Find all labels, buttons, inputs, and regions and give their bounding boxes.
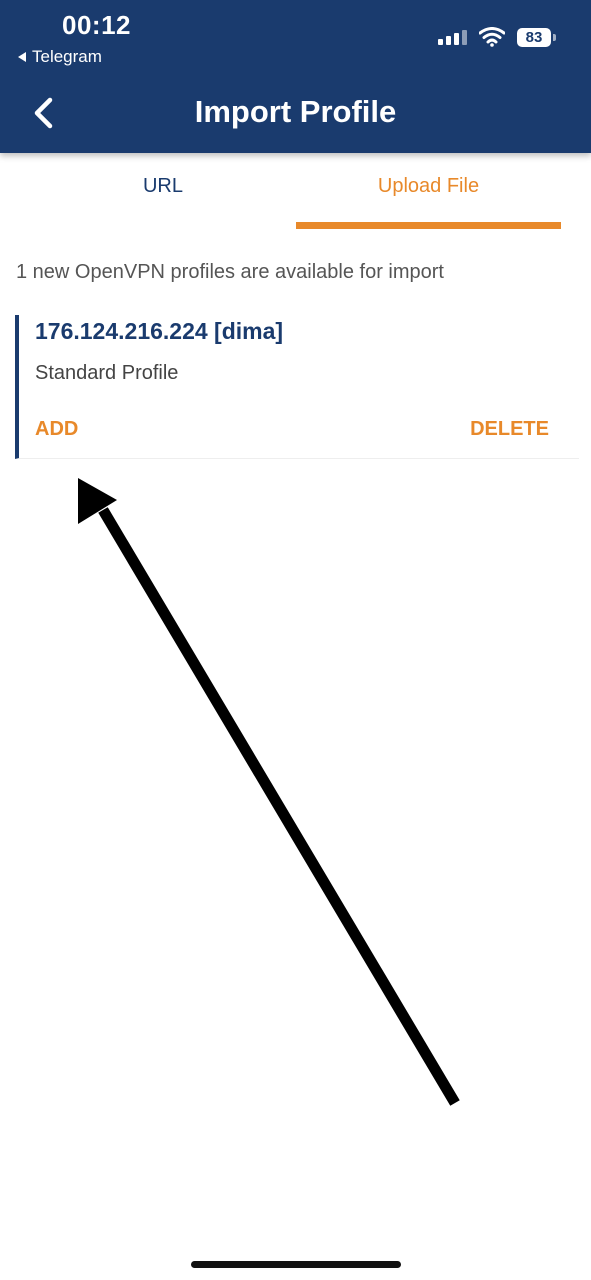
import-info-text: 1 new OpenVPN profiles are available for… [16,261,444,283]
page-title: Import Profile [194,94,397,129]
wifi-icon [479,27,505,47]
chevron-left-icon[interactable] [28,95,64,131]
back-triangle-icon [18,52,26,62]
tab-url[interactable]: URL [30,175,296,198]
active-tab-indicator [296,222,561,229]
battery-icon: 83 [517,27,556,47]
home-indicator[interactable] [191,1261,401,1268]
profile-title: 176.124.216.224 [dima] [35,318,284,344]
signal-icon [438,29,467,45]
import-profile-screen: 00:12 Telegram 83 Import Profile URL Upl… [0,0,591,1280]
status-icons: 83 [438,27,556,47]
tab-upload-file[interactable]: Upload File [296,175,561,198]
add-button[interactable]: ADD [35,418,78,441]
back-to-app-link[interactable]: Telegram [18,47,102,67]
back-app-label: Telegram [32,47,102,66]
profile-card: 176.124.216.224 [dima] Standard Profile … [15,315,579,459]
tab-bar: URL Upload File [0,153,591,231]
status-time: 00:12 [62,10,131,40]
header: 00:12 Telegram 83 Import Profile [0,0,591,153]
delete-button[interactable]: DELETE [470,418,549,441]
profile-subtitle: Standard Profile [35,362,179,384]
